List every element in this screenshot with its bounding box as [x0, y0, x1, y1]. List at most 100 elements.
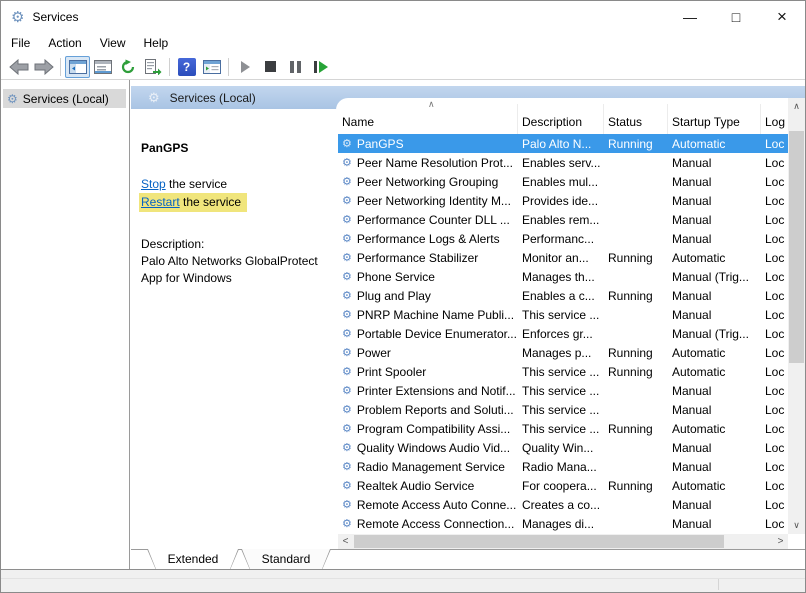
- service-name: Peer Networking Identity M...: [357, 194, 511, 208]
- scroll-down-button[interactable]: ∨: [788, 517, 805, 534]
- service-row[interactable]: ⚙Printer Extensions and Notif...This ser…: [338, 381, 788, 400]
- help-button[interactable]: ?: [174, 56, 199, 78]
- service-name: Problem Reports and Soluti...: [357, 403, 514, 417]
- show-action-pane-button[interactable]: [199, 56, 224, 78]
- service-name-cell: ⚙Performance Counter DLL ...: [338, 210, 518, 229]
- properties-button[interactable]: [90, 56, 115, 78]
- start-service-button[interactable]: [233, 56, 258, 78]
- service-row[interactable]: ⚙Print SpoolerThis service ...RunningAut…: [338, 362, 788, 381]
- stop-service-link[interactable]: Stop: [141, 177, 166, 191]
- menu-help[interactable]: Help: [135, 33, 178, 53]
- service-name: Power: [357, 346, 391, 360]
- service-startup-type: Automatic: [668, 419, 761, 438]
- sort-ascending-icon[interactable]: ∧: [428, 99, 435, 110]
- service-row[interactable]: ⚙PanGPSPalo Alto N...RunningAutomaticLoc: [338, 134, 788, 153]
- restart-service-link[interactable]: Restart: [141, 195, 180, 209]
- menu-file[interactable]: File: [2, 33, 39, 53]
- back-button[interactable]: [6, 56, 31, 78]
- scroll-left-button[interactable]: <: [338, 534, 353, 549]
- service-log-on-as: Loc: [761, 153, 788, 172]
- service-name: Realtek Audio Service: [357, 479, 474, 493]
- description-line-2: App for Windows: [141, 271, 232, 285]
- refresh-icon: [120, 59, 136, 75]
- column-header-description[interactable]: Description: [518, 104, 604, 134]
- maximize-button[interactable]: □: [713, 1, 759, 32]
- service-row[interactable]: ⚙Remote Access Connection...Manages di..…: [338, 514, 788, 533]
- service-row[interactable]: ⚙Portable Device Enumerator...Enforces g…: [338, 324, 788, 343]
- service-startup-type: Manual: [668, 153, 761, 172]
- service-startup-type: Automatic: [668, 362, 761, 381]
- horizontal-scroll-thumb[interactable]: [354, 535, 724, 548]
- column-header-log[interactable]: Log: [761, 104, 788, 134]
- tab-extended[interactable]: Extended: [147, 549, 239, 570]
- service-row[interactable]: ⚙Realtek Audio ServiceFor coopera...Runn…: [338, 476, 788, 495]
- vertical-scroll-thumb[interactable]: [789, 131, 804, 363]
- service-log-on-as: Loc: [761, 362, 788, 381]
- service-row[interactable]: ⚙Peer Name Resolution Prot...Enables ser…: [338, 153, 788, 172]
- tab-standard[interactable]: Standard: [241, 549, 331, 570]
- service-row[interactable]: ⚙PowerManages p...RunningAutomaticLoc: [338, 343, 788, 362]
- window-controls: — □ ×: [667, 1, 805, 32]
- service-row[interactable]: ⚙Peer Networking Identity M...Provides i…: [338, 191, 788, 210]
- refresh-button[interactable]: [115, 56, 140, 78]
- service-name-cell: ⚙Realtek Audio Service: [338, 476, 518, 495]
- minimize-button[interactable]: —: [667, 1, 713, 32]
- export-list-button[interactable]: [140, 56, 165, 78]
- service-row[interactable]: ⚙Performance Logs & AlertsPerformanc...M…: [338, 229, 788, 248]
- service-name: Remote Access Connection...: [357, 517, 514, 531]
- service-log-on-as: Loc: [761, 514, 788, 533]
- service-name-cell: ⚙Performance Stabilizer: [338, 248, 518, 267]
- view-tabs: Extended Standard: [131, 549, 805, 570]
- service-row[interactable]: ⚙Remote Access Auto Conne...Creates a co…: [338, 495, 788, 514]
- service-log-on-as: Loc: [761, 438, 788, 457]
- service-row[interactable]: ⚙Performance Counter DLL ...Enables rem.…: [338, 210, 788, 229]
- column-header-status[interactable]: Status: [604, 104, 668, 134]
- forward-arrow-icon: [34, 59, 54, 75]
- service-name: Program Compatibility Assi...: [357, 422, 510, 436]
- service-row[interactable]: ⚙Quality Windows Audio Vid...Quality Win…: [338, 438, 788, 457]
- service-row[interactable]: ⚙Radio Management ServiceRadio Mana...Ma…: [338, 457, 788, 476]
- stop-service-button[interactable]: [258, 56, 283, 78]
- services-app-icon: ⚙: [11, 8, 24, 26]
- service-startup-type: Manual: [668, 286, 761, 305]
- menu-view[interactable]: View: [91, 33, 135, 53]
- service-row[interactable]: ⚙Phone ServiceManages th...Manual (Trig.…: [338, 267, 788, 286]
- service-log-on-as: Loc: [761, 210, 788, 229]
- scroll-up-button[interactable]: ∧: [788, 98, 805, 115]
- column-header-startup-type[interactable]: Startup Type: [668, 104, 761, 134]
- forward-button[interactable]: [31, 56, 56, 78]
- horizontal-scrollbar[interactable]: < >: [338, 534, 788, 549]
- services-table: NameDescriptionStatusStartup TypeLog ∧ ⚙…: [336, 98, 805, 548]
- stop-icon: [265, 61, 276, 72]
- service-status: [604, 172, 668, 191]
- show-console-tree-button[interactable]: [65, 56, 90, 78]
- service-name-cell: ⚙PanGPS: [338, 134, 518, 153]
- pause-service-button[interactable]: [283, 56, 308, 78]
- restart-service-button[interactable]: [308, 56, 333, 78]
- service-gear-icon: ⚙: [342, 441, 352, 454]
- service-row[interactable]: ⚙Problem Reports and Soluti...This servi…: [338, 400, 788, 419]
- service-description: Manages p...: [518, 343, 604, 362]
- toolbar: ?: [1, 54, 805, 80]
- service-row[interactable]: ⚙Peer Networking GroupingEnables mul...M…: [338, 172, 788, 191]
- stop-service-text: the service: [166, 177, 227, 191]
- service-name: Performance Stabilizer: [357, 251, 478, 265]
- service-gear-icon: ⚙: [342, 289, 352, 302]
- menu-action[interactable]: Action: [39, 33, 90, 53]
- close-button[interactable]: ×: [759, 1, 805, 32]
- service-log-on-as: Loc: [761, 248, 788, 267]
- status-bar: [1, 569, 805, 592]
- service-startup-type: Manual: [668, 172, 761, 191]
- sidebar-item-services-local[interactable]: ⚙ Services (Local): [3, 89, 126, 108]
- service-name: Printer Extensions and Notif...: [357, 384, 516, 398]
- scroll-right-button[interactable]: >: [773, 534, 788, 549]
- service-status: [604, 495, 668, 514]
- service-status: [604, 210, 668, 229]
- vertical-scrollbar[interactable]: ∧ ∨: [788, 98, 805, 534]
- service-description: Provides ide...: [518, 191, 604, 210]
- service-row[interactable]: ⚙Plug and PlayEnables a c...RunningManua…: [338, 286, 788, 305]
- service-row[interactable]: ⚙Program Compatibility Assi...This servi…: [338, 419, 788, 438]
- service-row[interactable]: ⚙Performance StabilizerMonitor an...Runn…: [338, 248, 788, 267]
- service-row[interactable]: ⚙PNRP Machine Name Publi...This service …: [338, 305, 788, 324]
- service-log-on-as: Loc: [761, 457, 788, 476]
